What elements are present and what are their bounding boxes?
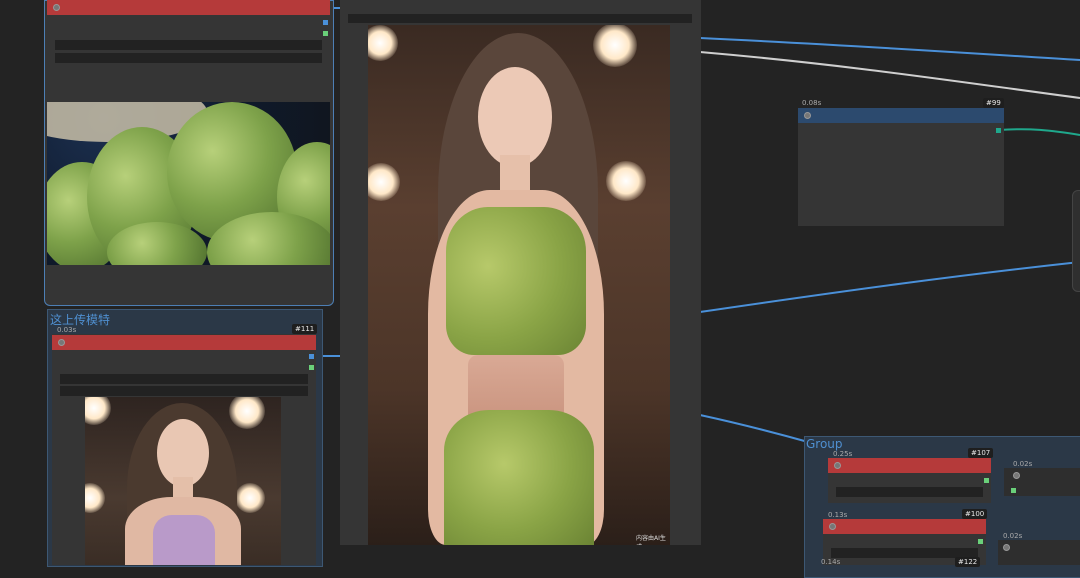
widget-field[interactable] <box>60 374 308 384</box>
preview-widget-field[interactable] <box>348 14 692 23</box>
widget-field[interactable] <box>60 386 308 396</box>
node-id-badge: #99 <box>983 98 1004 108</box>
wire-teal <box>998 128 1080 136</box>
node-header-upload[interactable] <box>52 335 316 350</box>
node-header-100[interactable] <box>823 519 986 534</box>
collapse-dot[interactable] <box>1003 544 1010 551</box>
output-port-green[interactable] <box>978 539 983 544</box>
collapse-dot[interactable] <box>804 112 811 119</box>
model-photo-small <box>85 397 281 565</box>
node-99[interactable] <box>798 108 1004 226</box>
node-id-badge: #122 <box>955 557 981 567</box>
node-exec-time: 0.08s <box>802 99 822 107</box>
ai-watermark: 内容由AI生成 <box>636 535 666 545</box>
collapse-dot[interactable] <box>834 462 841 469</box>
node-header-107[interactable] <box>828 458 991 473</box>
output-port-teal[interactable] <box>996 128 1001 133</box>
node-exec-time: 0.13s <box>828 511 848 519</box>
node-right-b[interactable] <box>998 540 1080 565</box>
input-port-green[interactable] <box>1011 488 1016 493</box>
food-image <box>47 102 330 265</box>
collapse-dot[interactable] <box>58 339 65 346</box>
output-port[interactable] <box>323 20 328 25</box>
group-title[interactable]: Group <box>806 437 843 451</box>
collapse-dot[interactable] <box>829 523 836 530</box>
collapse-dot[interactable] <box>1013 472 1020 479</box>
node-exec-time: 0.25s <box>833 450 853 458</box>
wire-blue-mid <box>699 261 1080 313</box>
node-exec-time: 0.02s <box>1013 460 1033 468</box>
output-port-green[interactable] <box>309 365 314 370</box>
node-header-top-left[interactable] <box>47 0 330 15</box>
collapse-dot[interactable] <box>53 4 60 11</box>
widget-field[interactable] <box>836 487 983 497</box>
node-exec-time: 0.03s <box>57 326 77 334</box>
widget-field[interactable] <box>55 40 322 50</box>
model-photo-main: 内容由AI生成 <box>368 25 670 545</box>
node-id-badge: #107 <box>968 448 994 458</box>
node-header-99[interactable] <box>798 108 1004 123</box>
widget-field[interactable] <box>55 53 322 63</box>
output-port-green[interactable] <box>323 31 328 36</box>
wire-white-top <box>699 51 1080 99</box>
node-id-badge: #100 <box>962 509 988 519</box>
node-id-badge: #111 <box>292 324 318 334</box>
output-port[interactable] <box>309 354 314 359</box>
node-exec-time: 0.02s <box>1003 532 1023 540</box>
output-port-green[interactable] <box>984 478 989 483</box>
right-edge-panel[interactable] <box>1072 190 1080 292</box>
